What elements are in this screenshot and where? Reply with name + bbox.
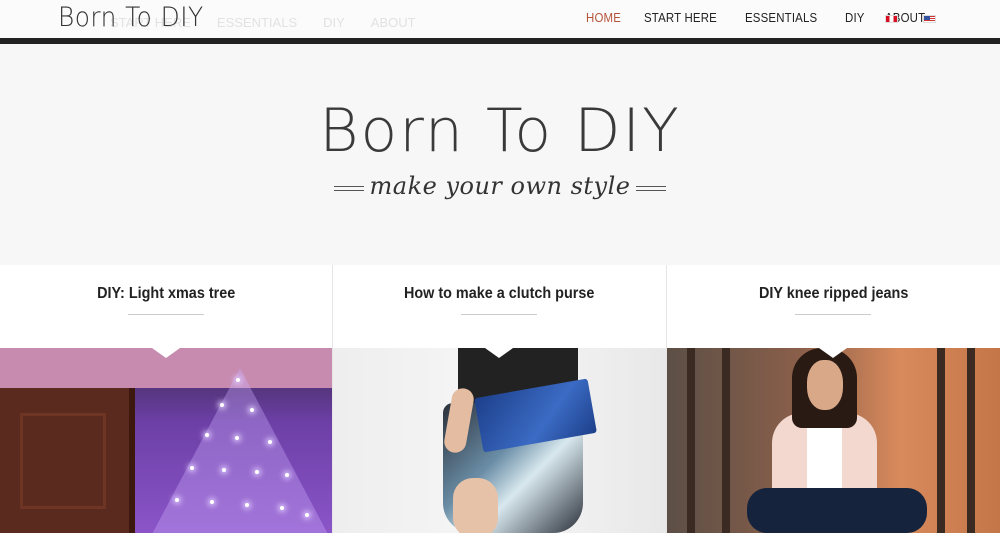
- tagline-right-ornament: [636, 185, 667, 191]
- image-light: [245, 503, 249, 507]
- post-image-xmas-tree[interactable]: [0, 348, 333, 533]
- image-top: [806, 423, 842, 493]
- title-underline: [128, 314, 205, 315]
- top-navigation-bar: START HERE ESSENTIALS DIY ABOUT Born To …: [0, 0, 1000, 38]
- image-light-tree: [150, 368, 330, 533]
- image-light: [236, 378, 240, 382]
- image-light: [268, 440, 272, 444]
- image-light: [280, 506, 284, 510]
- card-notch: [152, 348, 181, 358]
- tagline-left-ornament: [333, 185, 364, 191]
- image-light: [235, 436, 239, 440]
- post-image-ripped-jeans[interactable]: [666, 348, 1000, 533]
- image-rail: [936, 348, 945, 533]
- card-notch: [819, 348, 848, 358]
- language-switcher: [885, 15, 936, 23]
- nav-item-essentials[interactable]: ESSENTIALS: [745, 10, 817, 25]
- image-leg: [453, 478, 499, 533]
- site-logo-link[interactable]: Born To DIY: [58, 2, 204, 33]
- image-light: [220, 403, 224, 407]
- image-light: [285, 473, 289, 477]
- tagline-text: make your own style: [369, 172, 631, 200]
- image-light: [210, 500, 214, 504]
- image-jeans: [746, 488, 927, 533]
- image-light: [305, 513, 309, 517]
- post-image-clutch-purse[interactable]: [333, 348, 666, 533]
- hero-logo-title[interactable]: Born To DIY: [0, 96, 1000, 166]
- image-light: [205, 433, 209, 437]
- post-title[interactable]: DIY: Light xmas tree: [17, 285, 316, 303]
- image-rail: [686, 348, 695, 533]
- post-card[interactable]: DIY knee ripped jeans: [666, 265, 1000, 533]
- ghost-nav-item: ESSENTIALS: [216, 15, 298, 30]
- post-card[interactable]: How to make a clutch purse: [333, 265, 667, 533]
- image-light: [250, 408, 254, 412]
- featured-posts: DIY: Light xmas tree How to make a clutc…: [0, 265, 1000, 533]
- image-door: [0, 388, 135, 533]
- card-notch: [485, 348, 514, 358]
- title-underline: [795, 314, 872, 315]
- image-light: [190, 466, 194, 470]
- post-title[interactable]: How to make a clutch purse: [350, 285, 649, 303]
- image-light: [222, 468, 226, 472]
- nav-item-start-here[interactable]: START HERE: [644, 10, 717, 25]
- peru-flag-icon[interactable]: [885, 15, 898, 23]
- image-rail: [966, 348, 975, 533]
- post-card[interactable]: DIY: Light xmas tree: [0, 265, 334, 533]
- post-title[interactable]: DIY knee ripped jeans: [683, 285, 983, 303]
- image-light: [175, 498, 179, 502]
- ghost-nav-item: DIY: [323, 15, 345, 30]
- image-rail: [721, 348, 730, 533]
- nav-item-diy[interactable]: DIY: [845, 10, 865, 25]
- hero-tagline: make your own style: [330, 172, 670, 200]
- us-flag-icon[interactable]: [923, 15, 936, 23]
- title-underline: [461, 314, 538, 315]
- hero-banner: Born To DIY make your own style: [0, 44, 1000, 266]
- image-light: [255, 470, 259, 474]
- ghost-nav-item: ABOUT: [370, 15, 416, 30]
- image-face: [806, 360, 843, 410]
- nav-item-home[interactable]: HOME: [586, 10, 621, 25]
